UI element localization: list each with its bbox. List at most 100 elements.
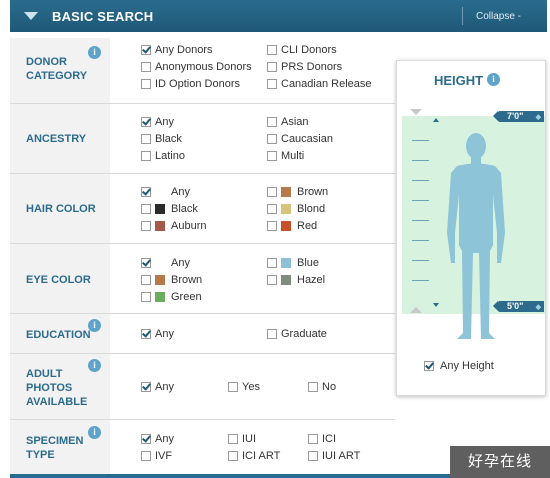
checkbox[interactable] <box>228 451 238 461</box>
checkbox[interactable] <box>141 275 151 285</box>
checkbox[interactable] <box>267 258 277 268</box>
info-icon[interactable]: i <box>88 359 101 372</box>
checkbox[interactable] <box>141 292 151 302</box>
checkbox[interactable] <box>267 151 277 161</box>
option-ici[interactable]: ICI <box>308 433 336 445</box>
checkbox[interactable] <box>267 187 277 197</box>
option-yes[interactable]: Yes <box>228 381 260 393</box>
color-swatch <box>281 258 291 268</box>
checkbox[interactable] <box>267 275 277 285</box>
option-latino[interactable]: Latino <box>141 150 185 162</box>
checkbox[interactable] <box>267 79 277 89</box>
color-swatch <box>155 292 165 302</box>
option-any[interactable]: Any <box>141 116 174 128</box>
checkbox[interactable] <box>141 221 151 231</box>
option-any-donors[interactable]: Any Donors <box>141 44 212 56</box>
option-cli-donors[interactable]: CLI Donors <box>267 44 337 56</box>
row-label-cell: ADULT PHOTOS AVAILABLE i <box>10 354 110 419</box>
search-header: BASIC SEARCH Collapse - <box>10 0 547 32</box>
option-brown[interactable]: Brown <box>267 186 328 198</box>
option-iui-art[interactable]: IUI ART <box>308 450 360 462</box>
scale-tick <box>412 160 429 161</box>
color-swatch <box>155 204 165 214</box>
max-height-handle[interactable]: 7'0" ◆ <box>493 111 544 122</box>
checkbox[interactable] <box>141 258 151 268</box>
checkbox[interactable] <box>141 117 151 127</box>
checkbox[interactable] <box>308 434 318 444</box>
option-brown[interactable]: Brown <box>141 274 202 286</box>
checkbox[interactable] <box>141 151 151 161</box>
checkbox[interactable] <box>267 134 277 144</box>
scale-tick <box>412 140 429 141</box>
checkbox[interactable] <box>267 221 277 231</box>
option-asian[interactable]: Asian <box>267 116 309 128</box>
checkbox[interactable] <box>424 361 434 371</box>
checkbox[interactable] <box>141 45 151 55</box>
collapse-triangle-icon[interactable] <box>24 12 38 20</box>
info-icon[interactable]: i <box>88 46 101 59</box>
option-caucasian[interactable]: Caucasian <box>267 133 333 145</box>
option-blue[interactable]: Blue <box>267 257 319 269</box>
checkbox[interactable] <box>141 187 151 197</box>
checkbox[interactable] <box>267 204 277 214</box>
label-line: ADULT <box>26 368 63 380</box>
option-black[interactable]: Black <box>141 133 182 145</box>
checkbox[interactable] <box>141 434 151 444</box>
option-hazel[interactable]: Hazel <box>267 274 325 286</box>
option-any[interactable]: Any <box>141 381 174 393</box>
option-anonymous-donors[interactable]: Anonymous Donors <box>141 61 252 73</box>
checkbox[interactable] <box>228 434 238 444</box>
option-label: ICI <box>322 433 337 445</box>
option-ivf[interactable]: IVF <box>141 450 172 462</box>
option-ici-art[interactable]: ICI ART <box>228 450 280 462</box>
option-no[interactable]: No <box>308 381 336 393</box>
checkbox[interactable] <box>141 204 151 214</box>
collapse-link[interactable]: Collapse - <box>476 11 521 22</box>
checkbox[interactable] <box>141 382 151 392</box>
row-label-cell: EDUCATION i <box>10 314 110 353</box>
checkbox[interactable] <box>267 329 277 339</box>
scale-tick <box>412 280 429 281</box>
option-red[interactable]: Red <box>267 220 317 232</box>
checkbox[interactable] <box>267 62 277 72</box>
bottom-bar <box>10 474 450 478</box>
option-multi[interactable]: Multi <box>267 150 304 162</box>
checkbox[interactable] <box>141 79 151 89</box>
option-any[interactable]: Any <box>141 433 174 445</box>
option-blond[interactable]: Blond <box>267 203 325 215</box>
any-height-option[interactable]: Any Height <box>424 360 494 372</box>
option-green[interactable]: Green <box>141 291 202 303</box>
option-prs-donors[interactable]: PRS Donors <box>267 61 342 73</box>
checkbox[interactable] <box>141 134 151 144</box>
min-height-handle[interactable]: 5'0" ◆ <box>493 301 544 312</box>
option-label: Any <box>155 116 174 128</box>
specimen-type-label: SPECIMEN TYPE <box>26 434 83 462</box>
checkbox[interactable] <box>267 45 277 55</box>
option-black[interactable]: Black <box>141 203 198 215</box>
checkbox[interactable] <box>141 329 151 339</box>
checkbox[interactable] <box>267 117 277 127</box>
height-title: HEIGHT <box>434 73 484 88</box>
checkbox[interactable] <box>228 382 238 392</box>
option-canadian-release[interactable]: Canadian Release <box>267 78 372 90</box>
info-icon[interactable]: i <box>88 319 101 332</box>
scale-tick <box>412 200 429 201</box>
option-any[interactable]: Any <box>141 328 174 340</box>
option-auburn[interactable]: Auburn <box>141 220 206 232</box>
checkbox[interactable] <box>141 62 151 72</box>
checkbox[interactable] <box>141 451 151 461</box>
handle-grip-icon: ◆ <box>535 114 541 121</box>
option-label: Any <box>155 433 174 445</box>
option-graduate[interactable]: Graduate <box>267 328 327 340</box>
info-icon[interactable]: i <box>487 73 500 86</box>
hair-color-row: HAIR COLOR Any Black Auburn Brown Blond … <box>10 174 395 244</box>
checkbox[interactable] <box>308 382 318 392</box>
option-iui[interactable]: IUI <box>228 433 256 445</box>
option-id-option-donors[interactable]: ID Option Donors <box>141 78 240 90</box>
option-any[interactable]: Any <box>141 257 190 269</box>
row-label-cell: HAIR COLOR <box>10 174 110 243</box>
checkbox[interactable] <box>308 451 318 461</box>
option-label: Latino <box>155 150 185 162</box>
option-any[interactable]: Any <box>141 186 190 198</box>
info-icon[interactable]: i <box>88 426 101 439</box>
